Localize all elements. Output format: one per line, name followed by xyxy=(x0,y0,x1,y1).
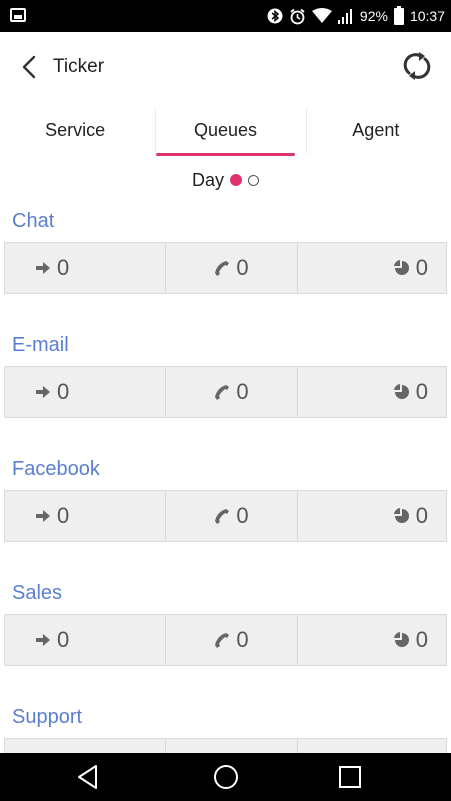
stat-value: 0 xyxy=(415,503,428,528)
stat-value: 0 xyxy=(57,379,70,404)
stat-waiting: 0 xyxy=(298,367,446,417)
back-chevron-icon[interactable] xyxy=(18,54,44,80)
tab-divider xyxy=(306,108,307,154)
tab-service[interactable]: Service xyxy=(0,104,150,156)
stat-value: 0 xyxy=(415,627,428,652)
pie-timer-icon xyxy=(393,260,409,275)
pie-timer-icon xyxy=(393,508,409,523)
arrow-right-icon xyxy=(36,510,50,522)
cell-signal-icon xyxy=(337,9,352,24)
queue-section-email: E-mail 0 0 0 xyxy=(0,328,451,452)
period-label: Day xyxy=(191,169,224,190)
page-dot-inactive[interactable] xyxy=(248,174,259,186)
tab-divider xyxy=(155,108,156,154)
page-dot-active[interactable] xyxy=(230,174,242,186)
queue-title: Chat xyxy=(12,210,55,232)
queue-list: Chat 0 0 0 E-mail 0 0 0 Facebook 0 0 0 S… xyxy=(0,204,451,801)
gallery-notification-icon xyxy=(10,8,26,22)
stat-value: 0 xyxy=(415,379,428,404)
period-selector[interactable]: Day xyxy=(0,160,451,200)
refresh-icon[interactable] xyxy=(397,46,437,86)
pie-timer-icon xyxy=(393,384,409,399)
bluetooth-icon xyxy=(267,8,283,24)
queue-title: Sales xyxy=(12,582,63,604)
stat-incoming: 0 xyxy=(5,615,167,665)
stat-value: 0 xyxy=(236,255,249,280)
nav-back-icon[interactable] xyxy=(74,763,102,791)
phone-handset-icon xyxy=(215,509,230,524)
queue-title: Support xyxy=(12,706,83,728)
phone-handset-icon xyxy=(215,261,230,276)
arrow-right-icon xyxy=(36,386,50,398)
app-bar: Ticker xyxy=(0,32,451,104)
stat-incoming: 0 xyxy=(5,367,167,417)
system-nav-bar xyxy=(0,753,451,801)
stat-answered: 0 xyxy=(166,615,298,665)
queue-stats-row: 0 0 0 xyxy=(4,242,447,294)
phone-handset-icon xyxy=(215,385,230,400)
phone-handset-icon xyxy=(215,633,230,648)
tab-bar: Service Queues Agent xyxy=(0,104,451,156)
stat-value: 0 xyxy=(236,503,249,528)
pie-timer-icon xyxy=(393,632,409,647)
stat-answered: 0 xyxy=(166,491,298,541)
stat-waiting: 0 xyxy=(298,491,446,541)
wifi-icon xyxy=(311,8,332,23)
stat-waiting: 0 xyxy=(298,243,446,293)
queue-title: Facebook xyxy=(12,458,100,480)
arrow-right-icon xyxy=(36,634,50,646)
stat-value: 0 xyxy=(57,255,70,280)
queue-stats-row: 0 0 0 xyxy=(4,614,447,666)
nav-recents-icon[interactable] xyxy=(336,763,364,791)
queue-stats-row: 0 0 0 xyxy=(4,490,447,542)
stat-value: 0 xyxy=(236,379,249,404)
alarm-icon xyxy=(290,8,305,24)
stat-value: 0 xyxy=(57,627,70,652)
queue-section-facebook: Facebook 0 0 0 xyxy=(0,452,451,576)
tab-queues[interactable]: Queues xyxy=(150,104,300,156)
status-bar: 92% 10:37 xyxy=(0,0,451,32)
tab-agent[interactable]: Agent xyxy=(301,104,451,156)
stat-value: 0 xyxy=(415,255,428,280)
queue-stats-row: 0 0 0 xyxy=(4,366,447,418)
page-title: Ticker xyxy=(53,56,105,77)
queue-title: E-mail xyxy=(12,334,69,356)
stat-value: 0 xyxy=(236,627,249,652)
stat-value: 0 xyxy=(57,503,70,528)
stat-answered: 0 xyxy=(166,243,298,293)
stat-answered: 0 xyxy=(166,367,298,417)
queue-section-chat: Chat 0 0 0 xyxy=(0,204,451,328)
stat-incoming: 0 xyxy=(5,491,167,541)
nav-home-icon[interactable] xyxy=(212,763,240,791)
arrow-right-icon xyxy=(36,262,50,274)
status-icons: 92% 10:37 xyxy=(267,0,445,32)
clock-time: 10:37 xyxy=(409,8,445,24)
battery-percent: 92% xyxy=(359,8,388,24)
queue-section-sales: Sales 0 0 0 xyxy=(0,576,451,700)
battery-icon xyxy=(393,5,404,25)
stat-waiting: 0 xyxy=(298,615,446,665)
stat-incoming: 0 xyxy=(5,243,167,293)
